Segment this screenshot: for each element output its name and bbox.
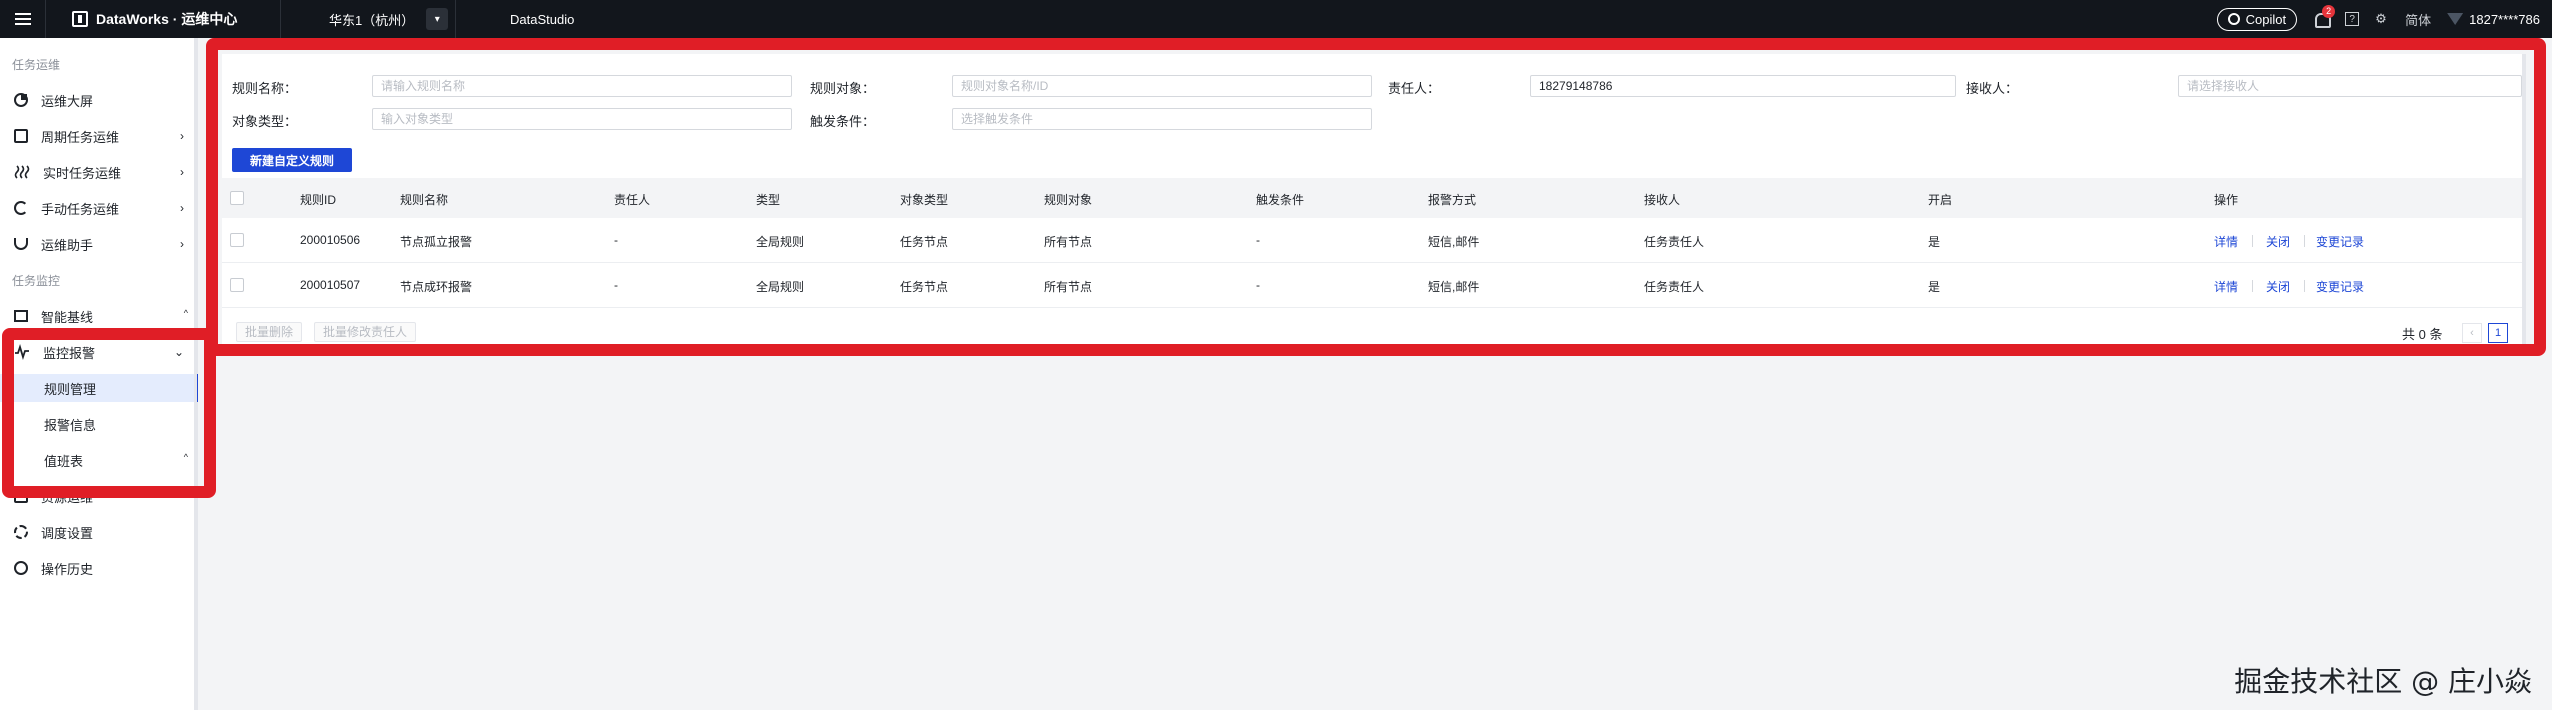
sidebar-item-label: 手动任务运维	[41, 201, 120, 217]
sidebar-item-label: 智能基线	[41, 309, 94, 325]
sidebar-group-ops: 任务运维	[12, 58, 61, 72]
chevron-right-icon: ›	[180, 165, 184, 179]
gear-icon	[14, 525, 28, 539]
chevron-right-icon: ›	[180, 129, 184, 143]
tools-icon[interactable]: ⚙	[2375, 12, 2389, 26]
chevron-right-icon: ›	[180, 237, 184, 251]
refresh-icon	[14, 201, 28, 215]
top-bar: DataWorks · 运维中心 华东1（杭州） ▾ DataStudio Co…	[0, 0, 2552, 38]
region-selector[interactable]: 华东1（杭州） ▾	[281, 0, 456, 38]
highlight-box-main	[206, 38, 2546, 356]
notification-badge: 2	[2322, 5, 2336, 18]
product-brand[interactable]: DataWorks · 运维中心	[46, 0, 281, 38]
watermark: 掘金技术社区 @ 庄小焱	[2234, 665, 2532, 698]
chevron-down-icon[interactable]: ▾	[426, 8, 449, 30]
copilot-button[interactable]: Copilot	[2216, 7, 2298, 31]
region-label: 华东1（杭州）	[329, 12, 415, 28]
language-switch[interactable]: 简体	[2405, 10, 2431, 29]
history-icon	[14, 561, 28, 575]
sidebar-item-realtime-tasks[interactable]: 实时任务运维 ›	[0, 158, 198, 186]
sidebar-item-op-history[interactable]: 操作历史	[0, 554, 198, 582]
dataworks-logo-icon	[72, 11, 88, 27]
datastudio-link[interactable]: DataStudio	[456, 12, 574, 27]
bell-icon[interactable]: 2	[2313, 5, 2336, 28]
sidebar-item-label: 操作历史	[41, 561, 94, 577]
user-name: 1827****786	[2469, 11, 2540, 27]
sidebar-item-label: 周期任务运维	[41, 129, 120, 145]
sidebar-item-schedule-settings[interactable]: 调度设置	[0, 518, 198, 546]
sidebar-group-monitor: 任务监控	[12, 274, 61, 288]
menu-button[interactable]	[0, 0, 46, 38]
sidebar-item-cycle-tasks[interactable]: 周期任务运维 ›	[0, 122, 198, 150]
assistant-icon	[14, 238, 28, 250]
cycle-icon	[14, 129, 28, 143]
realtime-icon	[14, 164, 30, 180]
copilot-label: Copilot	[2245, 11, 2287, 27]
help-icon[interactable]: ?	[2345, 12, 2360, 26]
copilot-icon	[2227, 13, 2240, 25]
chart-line-icon	[14, 310, 28, 322]
user-account[interactable]: 1827****786	[2447, 12, 2540, 27]
sidebar-item-ops-dashboard[interactable]: 运维大屏	[0, 86, 198, 114]
chevron-right-icon: ›	[180, 201, 184, 215]
sidebar-item-label: 运维大屏	[41, 93, 94, 109]
caret-up-icon: ^	[183, 308, 188, 318]
hamburger-icon	[14, 13, 31, 25]
sidebar-item-label: 运维助手	[41, 237, 94, 253]
sidebar-item-ops-assistant[interactable]: 运维助手 ›	[0, 230, 198, 258]
avatar-icon	[2447, 13, 2464, 25]
sidebar-item-manual-tasks[interactable]: 手动任务运维 ›	[0, 194, 198, 222]
dashboard-icon	[14, 93, 28, 107]
sidebar-item-label: 实时任务运维	[43, 165, 122, 181]
brand-title: DataWorks · 运维中心	[96, 11, 238, 27]
top-right-toolbar: Copilot 2 ? ⚙ 简体 1827****786	[2216, 0, 2540, 38]
sidebar-item-baseline[interactable]: 智能基线 ^	[0, 302, 198, 330]
sidebar-item-label: 调度设置	[41, 525, 94, 541]
highlight-box-sidebar	[2, 328, 216, 498]
